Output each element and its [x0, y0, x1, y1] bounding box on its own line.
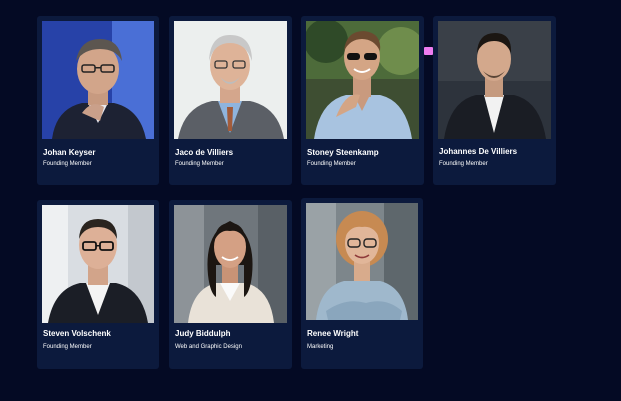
- member-name: Johan Keyser: [43, 148, 96, 157]
- team-card-steven-volschenk[interactable]: Steven Volschenk Founding Member: [37, 200, 159, 369]
- pink-marker: [424, 47, 433, 55]
- portrait-man-glasses-thinking-icon: [42, 21, 154, 139]
- member-name: Jaco de Villiers: [175, 148, 234, 157]
- member-role: Founding Member: [439, 161, 488, 167]
- member-role: Marketing: [307, 344, 334, 350]
- team-card-jaco-de-villiers[interactable]: Jaco de Villiers Founding Member: [169, 16, 292, 185]
- team-card-johannes-de-villiers[interactable]: Johannes De Villiers Founding Member: [433, 16, 556, 185]
- team-card-renee-wright[interactable]: Renee Wright Marketing: [301, 198, 423, 369]
- member-name: Renee Wright: [307, 329, 359, 338]
- member-name: Judy Biddulph: [175, 329, 231, 338]
- portrait-man-grey-hair-suit-icon: [174, 21, 287, 139]
- portrait-man-glasses-blazer-icon: [42, 205, 154, 323]
- member-role: Founding Member: [175, 161, 224, 167]
- team-card-stoney-steenkamp[interactable]: Stoney Steenkamp Founding Member: [301, 16, 424, 185]
- member-name: Steven Volschenk: [43, 329, 111, 338]
- team-card-judy-biddulph[interactable]: Judy Biddulph Web and Graphic Design: [169, 200, 292, 369]
- portrait-man-sunglasses-icon: [306, 21, 419, 139]
- portrait-woman-dark-hair-icon: [174, 205, 287, 323]
- member-role: Founding Member: [43, 344, 92, 350]
- member-name: Johannes De Villiers: [439, 147, 518, 156]
- member-role: Founding Member: [43, 161, 92, 167]
- portrait-woman-curly-hair-glasses-icon: [306, 203, 418, 320]
- team-card-johan-keyser[interactable]: Johan Keyser Founding Member: [37, 16, 159, 185]
- member-role: Founding Member: [307, 161, 356, 167]
- member-name: Stoney Steenkamp: [307, 148, 379, 157]
- team-grid: Johan Keyser Founding Member Jaco de Vil…: [0, 0, 621, 401]
- member-role: Web and Graphic Design: [175, 344, 242, 350]
- portrait-young-man-suit-icon: [438, 21, 551, 139]
